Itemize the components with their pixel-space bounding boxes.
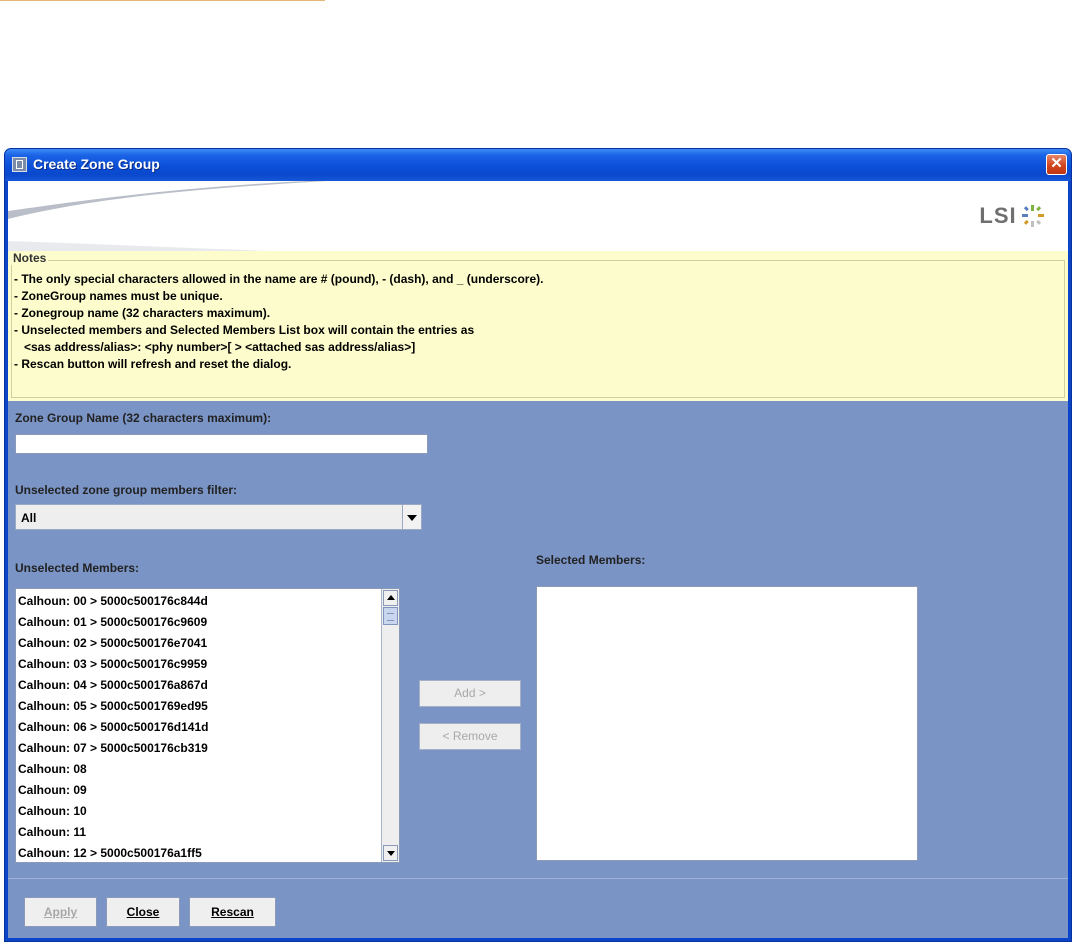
chevron-down-icon[interactable] [402, 504, 422, 530]
members-filter-select[interactable]: All [15, 504, 422, 530]
list-item[interactable]: Calhoun: 12 > 5000c500176a1ff5 [18, 844, 381, 862]
list-item[interactable]: Calhoun: 05 > 5000c5001769ed95 [18, 697, 381, 718]
list-item[interactable]: Calhoun: 00 > 5000c500176c844d [18, 592, 381, 613]
note-line: - Unselected members and Selected Member… [14, 323, 475, 337]
note-line: - Zonegroup name (32 characters maximum)… [14, 306, 271, 320]
list-item[interactable]: Calhoun: 11 [18, 823, 381, 844]
scroll-up-arrow-icon[interactable] [383, 590, 398, 606]
footer-divider [8, 878, 1068, 879]
close-icon[interactable]: ✕ [1046, 154, 1067, 175]
selected-members-label: Selected Members: [536, 553, 646, 567]
close-button[interactable]: Close [106, 897, 180, 927]
rescan-button-label: Rescan [211, 905, 254, 919]
list-item[interactable]: Calhoun: 03 > 5000c500176c9959 [18, 655, 381, 676]
remove-button[interactable]: < Remove [419, 723, 521, 750]
banner: LSI [8, 181, 1068, 251]
unselected-members-list[interactable]: Calhoun: 00 > 5000c500176c844d Calhoun: … [15, 588, 400, 863]
notes-lines: - The only special characters allowed in… [14, 271, 543, 373]
apply-button-label: Apply [43, 905, 78, 919]
top-accent-line [0, 0, 325, 1]
lsi-logo: LSI [979, 203, 1046, 229]
title-bar[interactable]: Create Zone Group ✕ [5, 149, 1071, 181]
dialog-content: LSI Notes - The only special characters … [8, 181, 1068, 938]
filter-label: Unselected zone group members filter: [15, 483, 238, 497]
zone-group-name-label: Zone Group Name (32 characters maximum): [15, 411, 272, 425]
create-zone-group-dialog: Create Zone Group ✕ LSI Notes - The only… [4, 148, 1072, 942]
banner-swoosh [8, 181, 328, 251]
notes-legend: Notes [11, 251, 49, 265]
unselected-items: Calhoun: 00 > 5000c500176c844d Calhoun: … [18, 592, 381, 862]
list-item[interactable]: Calhoun: 06 > 5000c500176d141d [18, 718, 381, 739]
zone-group-name-input[interactable] [15, 434, 428, 454]
scroll-thumb[interactable] [383, 607, 398, 625]
window-title: Create Zone Group [33, 156, 160, 172]
add-button[interactable]: Add > [419, 680, 521, 707]
apply-button[interactable]: Apply [24, 897, 97, 927]
list-item[interactable]: Calhoun: 08 [18, 760, 381, 781]
unselected-list-scrollbar[interactable] [381, 589, 399, 862]
notes-panel: Notes - The only special characters allo… [8, 251, 1068, 401]
lsi-logo-mark [1022, 205, 1044, 227]
list-item[interactable]: Calhoun: 07 > 5000c500176cb319 [18, 739, 381, 760]
note-line: <sas address/alias>: <phy number>[ > <at… [14, 340, 416, 354]
list-item[interactable]: Calhoun: 09 [18, 781, 381, 802]
scroll-down-arrow-icon[interactable] [383, 845, 398, 861]
list-item[interactable]: Calhoun: 04 > 5000c500176a867d [18, 676, 381, 697]
note-line: - Rescan button will refresh and reset t… [14, 357, 292, 371]
filter-selected-value: All [21, 511, 37, 525]
list-item[interactable]: Calhoun: 02 > 5000c500176e7041 [18, 634, 381, 655]
list-item[interactable]: Calhoun: 01 > 5000c500176c9609 [18, 613, 381, 634]
rescan-button[interactable]: Rescan [189, 897, 276, 927]
lsi-logo-text: LSI [979, 203, 1017, 228]
list-item[interactable]: Calhoun: 10 [18, 802, 381, 823]
note-line: - ZoneGroup names must be unique. [14, 289, 223, 303]
selected-members-list[interactable] [536, 586, 918, 861]
unselected-members-label: Unselected Members: [15, 561, 140, 575]
note-line: - The only special characters allowed in… [14, 272, 544, 286]
app-icon [12, 157, 27, 172]
close-button-label: Close [126, 905, 160, 919]
